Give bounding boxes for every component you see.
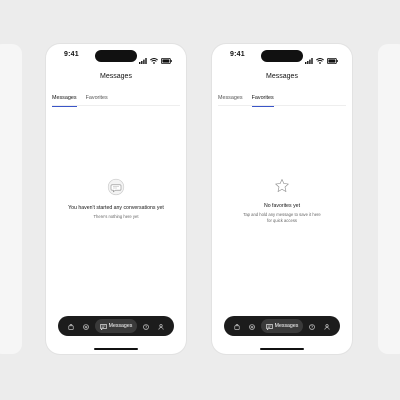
- status-time: 9:41: [230, 51, 245, 58]
- empty-state-subtitle-line-2: for quick access: [266, 217, 298, 223]
- chat-bubble-icon: [46, 178, 186, 201]
- status-time: 9:41: [64, 51, 79, 58]
- empty-state-title: You haven't started any conversations ye…: [68, 205, 164, 211]
- nav-mentions-button[interactable]: [245, 319, 259, 333]
- signal-icon: [139, 51, 147, 69]
- profile-icon: [324, 317, 330, 335]
- wifi-icon: [149, 51, 159, 69]
- home-indicator: [94, 348, 138, 350]
- status-icons: [139, 51, 172, 69]
- help-icon: [308, 317, 315, 335]
- help-icon: [142, 317, 149, 335]
- battery-icon: [327, 51, 338, 69]
- tab-messages[interactable]: Messages: [218, 92, 243, 106]
- empty-state: You haven't started any conversations ye…: [46, 178, 186, 220]
- nav-profile-button[interactable]: [320, 319, 334, 333]
- tab-bar: Messages Favorites: [52, 92, 180, 107]
- status-bar: 9:41: [212, 50, 352, 64]
- messages-icon: [265, 317, 273, 335]
- nav-help-button[interactable]: [305, 319, 319, 333]
- nav-help-button[interactable]: [139, 319, 153, 333]
- nav-bag-button[interactable]: [64, 319, 78, 333]
- tab-favorites[interactable]: Favorites: [86, 92, 108, 106]
- at-sign-icon: [83, 317, 90, 335]
- empty-state-subtitle: Tap and hold any message to save it here…: [212, 212, 352, 223]
- bottom-nav: Messages: [58, 316, 174, 336]
- tab-bar: Messages Favorites: [218, 92, 346, 107]
- battery-icon: [161, 51, 172, 69]
- dynamic-island: [95, 50, 137, 62]
- empty-state-title: No favorites yet: [263, 203, 301, 209]
- wifi-icon: [315, 51, 325, 69]
- home-indicator: [260, 348, 304, 350]
- nav-messages-button[interactable]: Messages: [260, 317, 304, 335]
- signal-icon: [305, 51, 313, 69]
- bag-icon: [68, 317, 74, 335]
- status-icons: [305, 51, 338, 69]
- empty-state: No favorites yet Tap and hold any messag…: [212, 178, 352, 223]
- phone-screen-favorites: 9:41 Messages Messages Favorites No favo…: [212, 44, 352, 354]
- at-sign-icon: [249, 317, 256, 335]
- tab-favorites[interactable]: Favorites: [251, 92, 274, 107]
- nav-bag-button[interactable]: [230, 319, 244, 333]
- empty-state-subtitle: There's nothing here yet: [93, 214, 139, 219]
- profile-icon: [158, 317, 164, 335]
- nav-mentions-button[interactable]: [79, 319, 93, 333]
- ghost-screen-right: [378, 44, 400, 354]
- page-title: Messages: [266, 73, 298, 80]
- messages-icon: [99, 317, 107, 335]
- star-icon: [212, 178, 352, 199]
- bottom-nav: Messages: [224, 316, 340, 336]
- tab-messages[interactable]: Messages: [52, 92, 77, 107]
- nav-messages-label: Messages: [108, 323, 133, 329]
- nav-profile-button[interactable]: [154, 319, 168, 333]
- nav-messages-label: Messages: [274, 323, 299, 329]
- dynamic-island: [261, 50, 303, 62]
- phone-screen-messages: 9:41 Messages Messages Favorites You hav…: [46, 44, 186, 354]
- status-bar: 9:41: [46, 50, 186, 64]
- nav-messages-button[interactable]: Messages: [94, 317, 138, 335]
- page-title: Messages: [100, 73, 132, 80]
- bag-icon: [234, 317, 240, 335]
- ghost-screen-left: [0, 44, 22, 354]
